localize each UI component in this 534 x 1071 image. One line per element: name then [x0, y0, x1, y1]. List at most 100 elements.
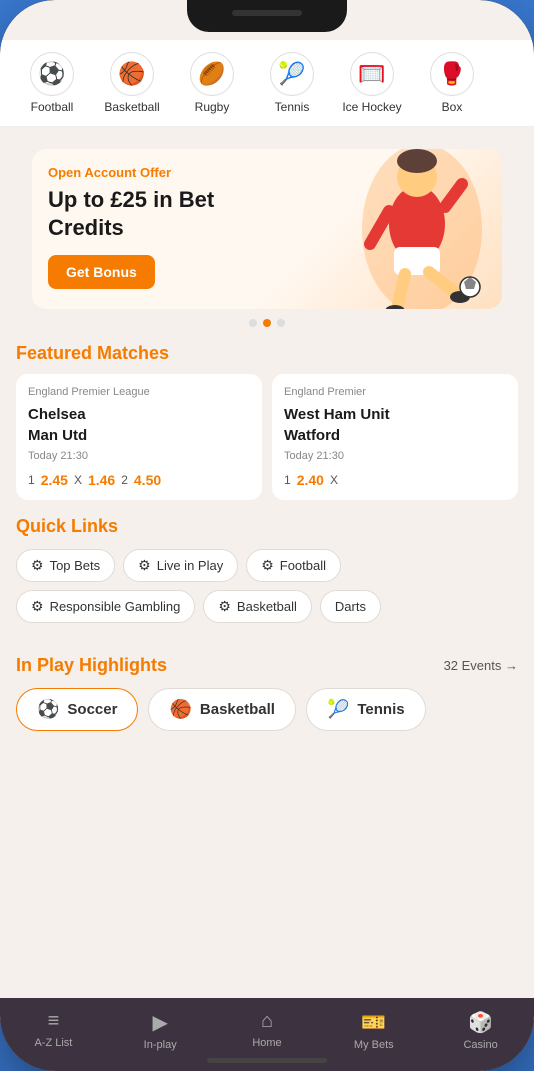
sport-item-rugby[interactable]: 🏉 Rugby [176, 52, 248, 114]
match-time-1: Today 21:30 [28, 450, 250, 462]
odd-label-x: X [74, 473, 82, 487]
chip-live-play[interactable]: ⚙ Live in Play [123, 549, 238, 582]
quick-links-title: Quick Links [16, 516, 518, 537]
odd-label-2-x: X [330, 473, 338, 487]
odd-value-2[interactable]: 4.50 [134, 472, 161, 488]
chip-responsible[interactable]: ⚙ Responsible Gambling [16, 590, 195, 623]
tennis-icon: 🎾 [270, 52, 314, 96]
sport-label-football: Football [31, 100, 74, 114]
phone-shell: ⚽ Football 🏀 Basketball 🏉 Rugby 🎾 Tennis… [0, 0, 534, 1071]
nav-in-play[interactable]: ▶ In-play [107, 1010, 214, 1051]
quick-links-row-1: ⚙ Top Bets ⚙ Live in Play ⚙ Football [16, 549, 518, 582]
chip-icon-top-bets: ⚙ [31, 557, 44, 574]
featured-matches-title: Featured Matches [0, 327, 534, 374]
sport-item-football[interactable]: ⚽ Football [16, 52, 88, 114]
chip-label-responsible: Responsible Gambling [50, 599, 181, 614]
nav-casino[interactable]: 🎲 Casino [427, 1010, 534, 1051]
pill-basketball[interactable]: 🏀 Basketball [148, 688, 295, 731]
chip-top-bets[interactable]: ⚙ Top Bets [16, 549, 115, 582]
quick-links-section: Quick Links ⚙ Top Bets ⚙ Live in Play ⚙ [0, 500, 534, 639]
match-time-2: Today 21:30 [284, 450, 506, 462]
my-bets-icon: 🎫 [361, 1010, 386, 1035]
chip-label-basketball: Basketball [237, 599, 297, 614]
phone-home-bar [207, 1058, 327, 1063]
match-teams-1: Chelsea Man Utd [28, 404, 250, 446]
get-bonus-button[interactable]: Get Bonus [48, 255, 155, 289]
match-odds-1: 1 2.45 X 1.46 2 4.50 [28, 472, 250, 488]
pill-icon-tennis: 🎾 [327, 699, 349, 720]
nav-label-mybets: My Bets [354, 1039, 394, 1051]
matches-row: England Premier League Chelsea Man Utd T… [0, 374, 534, 500]
carousel-dots [16, 319, 518, 327]
pill-soccer[interactable]: ⚽ Soccer [16, 688, 138, 731]
screen: ⚽ Football 🏀 Basketball 🏉 Rugby 🎾 Tennis… [0, 0, 534, 1071]
pill-label-basketball: Basketball [200, 701, 275, 718]
nav-label-inplay: In-play [144, 1039, 177, 1051]
pill-tennis[interactable]: 🎾 Tennis [306, 688, 426, 731]
match-league-1: England Premier League [28, 386, 250, 398]
casino-icon: 🎲 [468, 1010, 493, 1035]
phone-notch [187, 0, 347, 32]
chip-icon-football: ⚙ [261, 557, 274, 574]
sport-label-tennis: Tennis [275, 100, 310, 114]
odd-value-x[interactable]: 1.46 [88, 472, 115, 488]
sports-nav: ⚽ Football 🏀 Basketball 🏉 Rugby 🎾 Tennis… [0, 40, 534, 127]
sport-item-icehockey[interactable]: 🥅 Ice Hockey [336, 52, 408, 114]
chip-icon-responsible: ⚙ [31, 598, 44, 615]
match-card-2[interactable]: England Premier West Ham Unit Watford To… [272, 374, 518, 500]
nav-label-casino: Casino [463, 1039, 497, 1051]
dot-2[interactable] [263, 319, 271, 327]
sport-label-rugby: Rugby [195, 100, 230, 114]
in-play-icon: ▶ [153, 1010, 168, 1035]
rugby-icon: 🏉 [190, 52, 234, 96]
quick-links-row-2: ⚙ Responsible Gambling ⚙ Basketball Dart… [16, 590, 518, 623]
sport-item-tennis[interactable]: 🎾 Tennis [256, 52, 328, 114]
odd-label-2: 2 [121, 473, 128, 487]
in-play-events-link[interactable]: 32 Events → [444, 658, 518, 673]
dot-3[interactable] [277, 319, 285, 327]
content-area: Open Account Offer Up to £25 in Bet Cred… [0, 127, 534, 998]
nav-my-bets[interactable]: 🎫 My Bets [320, 1010, 427, 1051]
dot-1[interactable] [249, 319, 257, 327]
sport-item-basketball[interactable]: 🏀 Basketball [96, 52, 168, 114]
odd-value-1[interactable]: 2.45 [41, 472, 68, 488]
nav-label-az: A-Z List [34, 1037, 72, 1049]
match-league-2: England Premier [284, 386, 506, 398]
sport-label-icehockey: Ice Hockey [342, 100, 401, 114]
football-icon: ⚽ [30, 52, 74, 96]
match-card-1[interactable]: England Premier League Chelsea Man Utd T… [16, 374, 262, 500]
sport-item-boxing[interactable]: 🥊 Box [416, 52, 488, 114]
home-icon: ⌂ [261, 1010, 273, 1033]
odd-label-2-1: 1 [284, 473, 291, 487]
screen-inner: ⚽ Football 🏀 Basketball 🏉 Rugby 🎾 Tennis… [0, 40, 534, 1071]
boxing-icon: 🥊 [430, 52, 474, 96]
icehockey-icon: 🥅 [350, 52, 394, 96]
odd-label-1: 1 [28, 473, 35, 487]
pill-icon-soccer: ⚽ [37, 699, 59, 720]
match-teams-2: West Ham Unit Watford [284, 404, 506, 446]
chip-label-live-play: Live in Play [157, 558, 223, 573]
chip-label-darts: Darts [335, 599, 366, 614]
sport-label-boxing: Box [442, 100, 463, 114]
pill-icon-basketball: 🏀 [169, 699, 191, 720]
chip-basketball[interactable]: ⚙ Basketball [203, 590, 312, 623]
nav-az-list[interactable]: ≡ A-Z List [0, 1010, 107, 1051]
hero-title: Up to £25 in Bet Credits [48, 186, 238, 241]
hero-player-image [352, 149, 502, 309]
phone-speaker [232, 10, 302, 16]
nav-home[interactable]: ⌂ Home [214, 1010, 321, 1051]
basketball-icon: 🏀 [110, 52, 154, 96]
pill-label-tennis: Tennis [357, 701, 404, 718]
chip-football[interactable]: ⚙ Football [246, 549, 341, 582]
chip-darts[interactable]: Darts [320, 590, 381, 623]
az-list-icon: ≡ [48, 1010, 60, 1033]
in-play-title: In Play Highlights [16, 655, 167, 676]
match-odds-2: 1 2.40 X [284, 472, 506, 488]
chip-label-football: Football [280, 558, 326, 573]
chip-label-top-bets: Top Bets [50, 558, 101, 573]
hero-banner: Open Account Offer Up to £25 in Bet Cred… [32, 149, 502, 309]
pill-label-soccer: Soccer [67, 701, 117, 718]
odd-value-2-1[interactable]: 2.40 [297, 472, 324, 488]
chip-icon-basketball: ⚙ [218, 598, 231, 615]
nav-label-home: Home [252, 1037, 281, 1049]
